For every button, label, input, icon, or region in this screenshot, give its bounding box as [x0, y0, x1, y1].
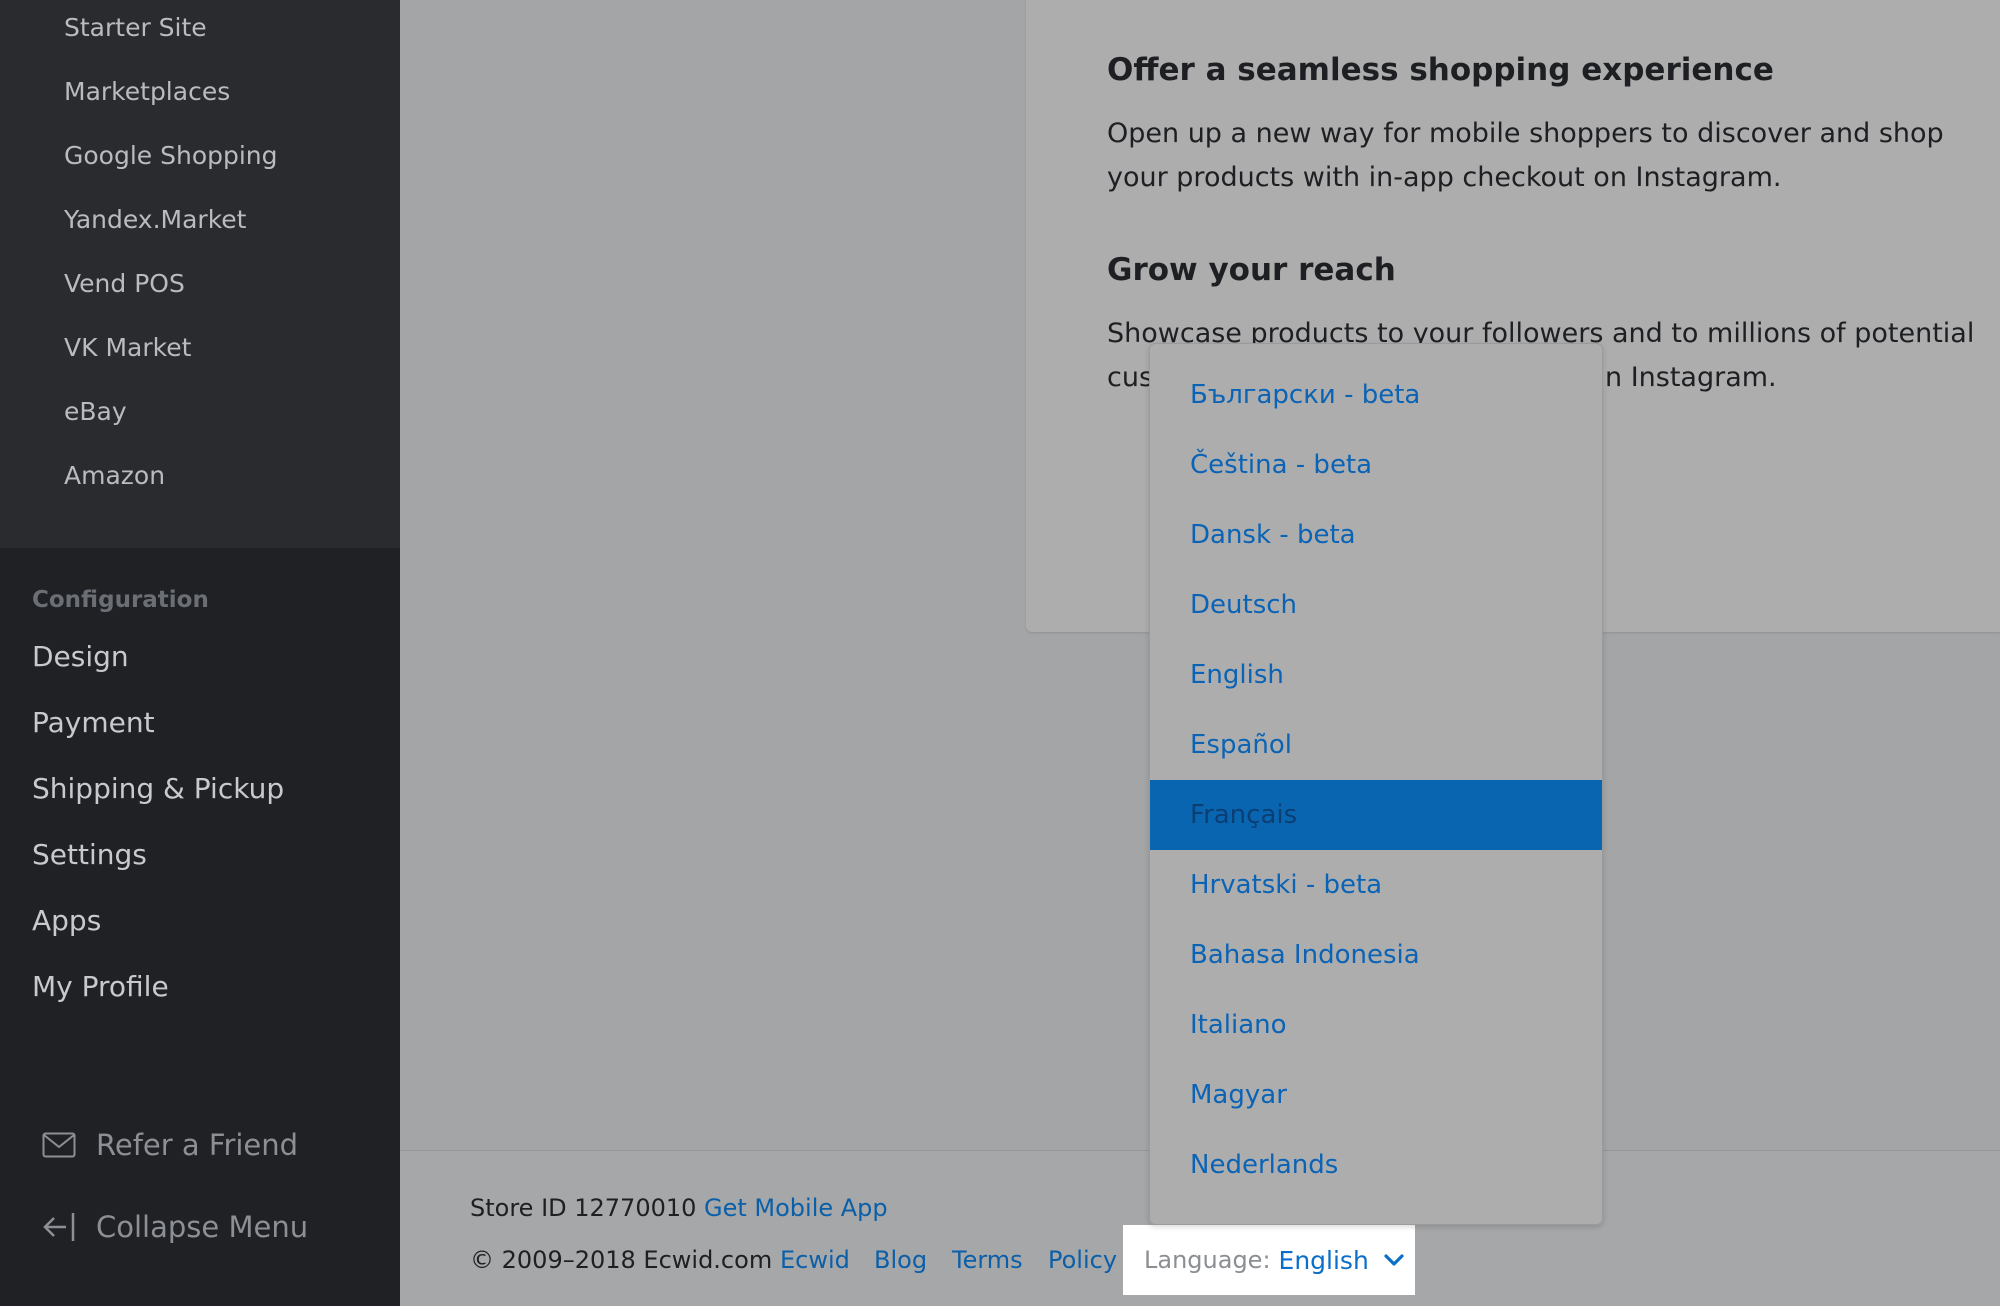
sales-channels-list: Starter Site Marketplaces Google Shoppin… — [0, 0, 400, 548]
language-option-hungarian[interactable]: Magyar — [1150, 1060, 1602, 1130]
language-option-german[interactable]: Deutsch — [1150, 570, 1602, 640]
refer-friend-label: Refer a Friend — [96, 1128, 299, 1162]
collapse-menu-label: Collapse Menu — [96, 1210, 309, 1244]
configuration-header: Configuration — [32, 587, 209, 613]
sidebar-item-marketplaces[interactable]: Marketplaces — [64, 77, 230, 107]
footer-link-blog[interactable]: Blog — [874, 1246, 927, 1274]
language-selector[interactable]: Language: English — [1123, 1225, 1415, 1295]
language-option-italian[interactable]: Italiano — [1150, 990, 1602, 1060]
sidebar-item-my-profile[interactable]: My Profile — [32, 970, 169, 1003]
sidebar-item-ebay[interactable]: eBay — [64, 397, 127, 427]
collapse-arrow-icon — [43, 1213, 75, 1241]
language-option-czech[interactable]: Čeština - beta — [1150, 430, 1602, 500]
sidebar-item-vk-market[interactable]: VK Market — [64, 333, 191, 363]
language-value: English — [1278, 1245, 1369, 1275]
section-body-reach-line2-end: n Instagram. — [1605, 362, 1777, 393]
language-option-bulgarian[interactable]: Български - beta — [1150, 360, 1602, 430]
footer-link-ecwid[interactable]: Ecwid — [780, 1246, 850, 1274]
footer-link-terms[interactable]: Terms — [952, 1246, 1023, 1274]
collapse-menu-button[interactable]: Collapse Menu — [42, 1210, 308, 1244]
sidebar: Starter Site Marketplaces Google Shoppin… — [0, 0, 400, 1306]
language-dropdown: Български - beta Čeština - beta Dansk - … — [1149, 343, 1603, 1225]
section-body-seamless: Open up a new way for mobile shoppers to… — [1107, 118, 1944, 193]
sidebar-item-vend-pos[interactable]: Vend POS — [64, 269, 185, 299]
store-id: Store ID 12770010 — [470, 1194, 697, 1222]
language-option-croatian[interactable]: Hrvatski - beta — [1150, 850, 1602, 920]
sidebar-item-yandex-market[interactable]: Yandex.Market — [64, 205, 246, 235]
sidebar-item-amazon[interactable]: Amazon — [64, 461, 165, 491]
copyright: © 2009–2018 Ecwid.com — [470, 1246, 773, 1274]
language-option-indonesian[interactable]: Bahasa Indonesia — [1150, 920, 1602, 990]
chevron-down-icon — [1384, 1254, 1404, 1266]
refer-friend-button[interactable]: Refer a Friend — [42, 1128, 298, 1162]
envelope-icon — [42, 1132, 76, 1158]
language-option-danish[interactable]: Dansk - beta — [1150, 500, 1602, 570]
sidebar-item-apps[interactable]: Apps — [32, 904, 101, 937]
get-mobile-app-link[interactable]: Get Mobile App — [704, 1194, 888, 1222]
sidebar-item-starter-site[interactable]: Starter Site — [64, 13, 207, 43]
sidebar-item-payment[interactable]: Payment — [32, 706, 155, 739]
sidebar-item-settings[interactable]: Settings — [32, 838, 147, 871]
sidebar-item-design[interactable]: Design — [32, 640, 129, 673]
sidebar-item-google-shopping[interactable]: Google Shopping — [64, 141, 278, 171]
section-title-reach: Grow your reach — [1107, 252, 1396, 288]
section-title-seamless: Offer a seamless shopping experience — [1107, 52, 1774, 88]
language-option-french[interactable]: Français — [1150, 780, 1602, 850]
sidebar-item-shipping-pickup[interactable]: Shipping & Pickup — [32, 772, 284, 805]
language-option-english[interactable]: English — [1150, 640, 1602, 710]
language-option-dutch[interactable]: Nederlands — [1150, 1130, 1602, 1200]
language-option-spanish[interactable]: Español — [1150, 710, 1602, 780]
language-label: Language: — [1144, 1246, 1271, 1274]
footer-link-policy[interactable]: Policy — [1048, 1246, 1117, 1274]
